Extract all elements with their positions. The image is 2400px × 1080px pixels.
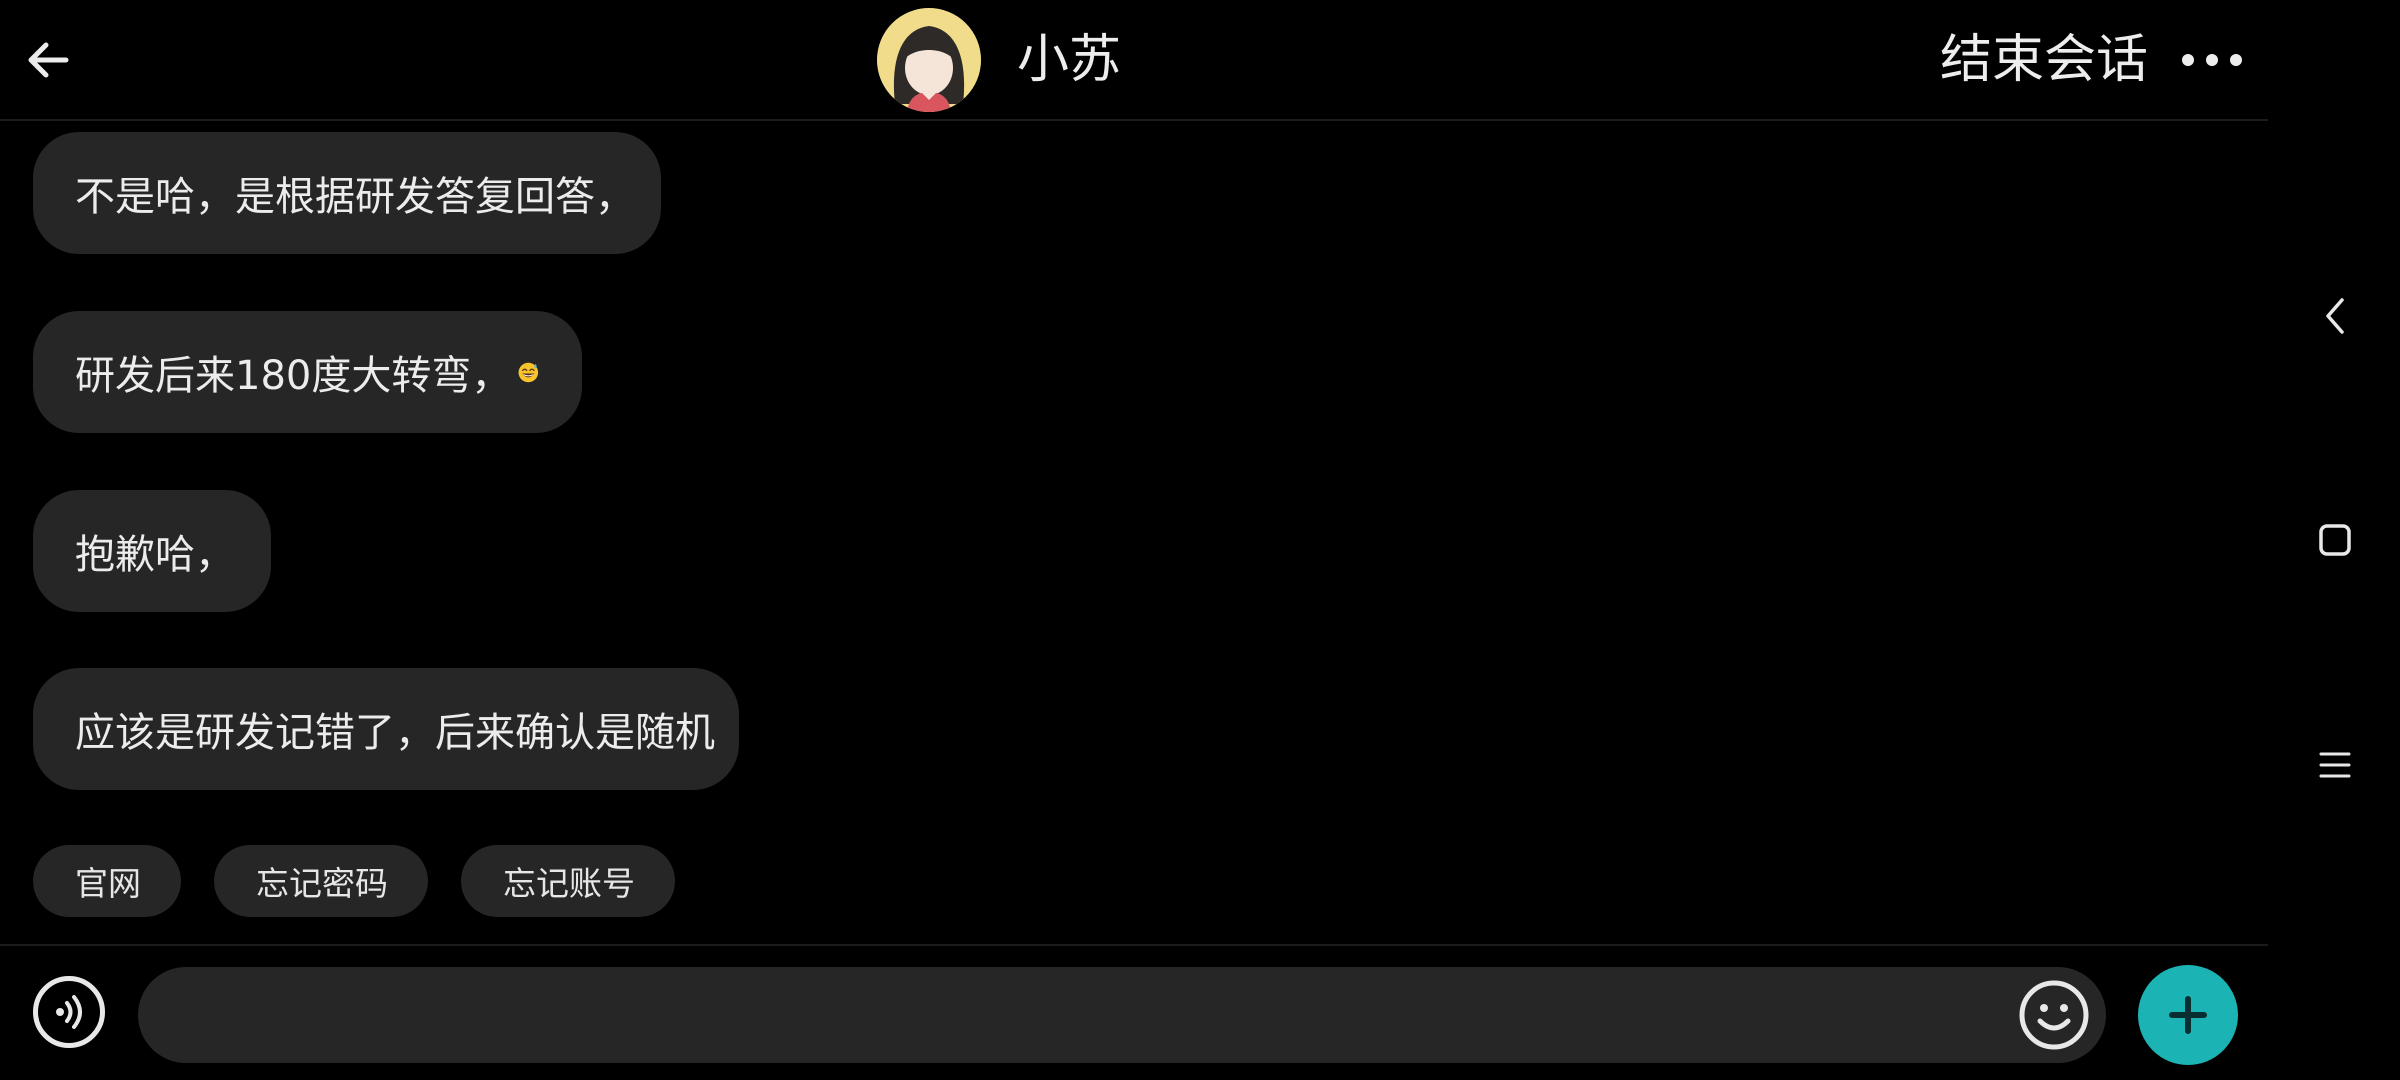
more-dots-icon	[2182, 54, 2242, 66]
smiley-icon	[2019, 980, 2089, 1050]
arrow-left-icon	[28, 42, 69, 78]
nav-back-button[interactable]	[2320, 296, 2350, 336]
chat-header: 小苏 结束会话	[0, 0, 2268, 121]
message-input[interactable]	[138, 967, 2106, 1063]
avatar[interactable]	[877, 8, 981, 112]
voice-icon	[56, 995, 82, 1029]
nav-back-icon	[2326, 298, 2344, 334]
back-button[interactable]	[18, 30, 78, 90]
chip-label: 官网	[75, 864, 141, 903]
message-text: 不是哈，是根据研发答复回答，	[75, 174, 635, 220]
nav-home-button[interactable]	[2318, 523, 2352, 557]
voice-button[interactable]	[33, 976, 105, 1048]
message-bubble[interactable]: 研发后来180度大转弯，	[33, 311, 582, 433]
quick-reply-chip[interactable]: 官网	[33, 845, 181, 917]
grinning-sweat-emoji	[518, 362, 539, 383]
message-text: 应该是研发记错了，后来确认是随机	[75, 710, 715, 756]
chip-label: 忘记密码	[256, 864, 388, 903]
contact-name: 小苏	[1017, 30, 1122, 90]
quick-reply-chip[interactable]: 忘记账号	[461, 845, 675, 917]
plus-button[interactable]	[2138, 965, 2238, 1065]
chip-label: 忘记账号	[503, 864, 635, 903]
input-bar	[0, 944, 2268, 1080]
more-button[interactable]	[2176, 40, 2248, 80]
end-session-button[interactable]: 结束会话	[1940, 24, 2148, 96]
message-bubble[interactable]: 抱歉哈，	[33, 490, 271, 612]
message-text: 抱歉哈，	[75, 532, 235, 578]
emoji-button[interactable]	[2018, 979, 2090, 1051]
avatar-image	[877, 8, 981, 112]
chat-app: 小苏 结束会话 不是哈，是根据研发答复回答， 研发后来180度大转弯， 抱歉哈，…	[0, 0, 2400, 1080]
chat-main: 小苏 结束会话 不是哈，是根据研发答复回答， 研发后来180度大转弯， 抱歉哈，…	[0, 0, 2268, 1080]
quick-reply-chip[interactable]: 忘记密码	[214, 845, 428, 917]
message-bubble[interactable]: 不是哈，是根据研发答复回答，	[33, 132, 661, 254]
nav-recent-icon	[2319, 752, 2351, 778]
plus-icon	[2169, 996, 2207, 1034]
nav-recent-button[interactable]	[2318, 750, 2352, 780]
nav-home-icon	[2319, 524, 2351, 556]
message-bubble[interactable]: 应该是研发记错了，后来确认是随机	[33, 668, 739, 790]
system-nav-bar	[2268, 0, 2400, 1080]
message-text: 研发后来180度大转弯，	[75, 353, 512, 399]
